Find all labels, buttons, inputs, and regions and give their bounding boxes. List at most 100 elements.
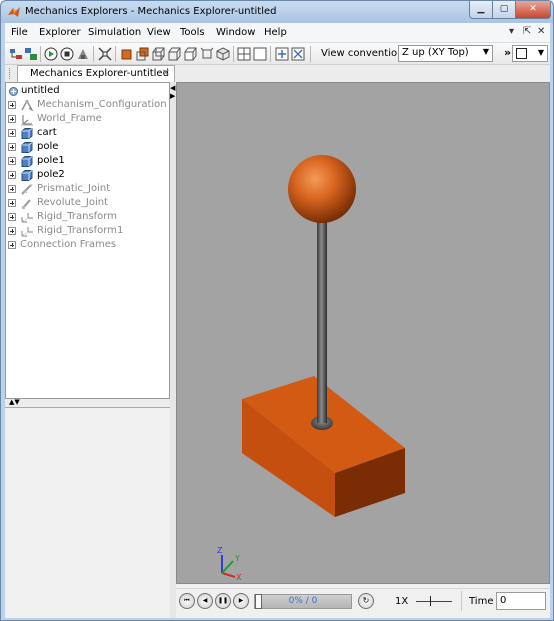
- solid-icon: [21, 142, 33, 153]
- pole-rod[interactable]: [317, 213, 327, 423]
- horizontal-splitter[interactable]: ▲▼: [5, 398, 170, 407]
- menu-window[interactable]: Window: [216, 27, 255, 38]
- axis-y-label: Y: [234, 554, 240, 563]
- 3d-viewport[interactable]: Z Y X: [176, 82, 550, 584]
- expand-icon[interactable]: [8, 157, 16, 165]
- expand-icon[interactable]: [8, 171, 16, 179]
- front-view-icon[interactable]: [120, 47, 134, 61]
- skip-to-start-button[interactable]: ⏮: [179, 593, 195, 609]
- expand-icon[interactable]: [8, 115, 16, 123]
- tree-view-icon[interactable]: [9, 47, 23, 61]
- step-forward-button[interactable]: ▶: [233, 593, 249, 609]
- view-convention-value: Z up (XY Top): [402, 47, 469, 58]
- tree-item-label: Revolute_Joint: [37, 197, 108, 208]
- display-mode-dropdown[interactable]: ▼: [512, 45, 548, 62]
- title-bar[interactable]: Mechanics Explorers - Mechanics Explorer…: [1, 1, 553, 23]
- expand-icon[interactable]: [8, 213, 16, 221]
- centers-of-mass-icon[interactable]: [291, 47, 305, 61]
- right-view-icon[interactable]: [168, 47, 182, 61]
- toolbar-separator: [310, 46, 311, 62]
- expand-icon[interactable]: [8, 129, 16, 137]
- tab-label: Mechanics Explorer-untitled: [30, 68, 169, 79]
- matlab-logo-icon: [8, 7, 20, 17]
- properties-panel: [5, 407, 170, 618]
- progress-text: 0% / 0: [288, 596, 318, 606]
- expand-icon[interactable]: [8, 185, 16, 193]
- tree-item-label: Connection Frames: [20, 239, 117, 250]
- bottom-view-icon[interactable]: [200, 47, 214, 61]
- minimize-button[interactable]: ▁: [469, 1, 493, 19]
- undock-icon[interactable]: ⇱: [523, 26, 531, 37]
- splitter-arrows-icon[interactable]: ▲▼: [9, 398, 20, 406]
- build-icon[interactable]: [76, 47, 90, 61]
- expand-icon[interactable]: [8, 227, 16, 235]
- playback-progress-slider[interactable]: 0% / 0: [254, 594, 352, 609]
- play-icon[interactable]: [44, 47, 58, 61]
- menu-view[interactable]: View: [147, 27, 171, 38]
- dropdown-arrow-icon[interactable]: ▾: [509, 26, 514, 37]
- square-icon: [516, 48, 527, 59]
- tab-mechanics-explorer[interactable]: Mechanics Explorer-untitled ✕: [17, 65, 175, 82]
- speed-label: 1X: [395, 596, 409, 607]
- application-window: Mechanics Explorers - Mechanics Explorer…: [0, 0, 554, 621]
- time-label: Time: [469, 596, 494, 607]
- back-view-icon[interactable]: [136, 47, 150, 61]
- scene-canvas[interactable]: Z Y X: [177, 83, 549, 583]
- toolbar-separator: [461, 591, 462, 611]
- menu-help[interactable]: Help: [264, 27, 287, 38]
- speed-slider[interactable]: [416, 596, 452, 606]
- menu-tools[interactable]: Tools: [180, 27, 205, 38]
- toolbar: View convention: Z up (XY Top) ▼ » ▼: [5, 43, 550, 65]
- solid-icon: [21, 128, 33, 139]
- properties-icon[interactable]: [24, 47, 38, 61]
- isometric-view-icon[interactable]: [216, 47, 230, 61]
- tree-item-label: Rigid_Transform1: [37, 225, 124, 236]
- stop-icon[interactable]: [60, 47, 74, 61]
- axis-x-label: X: [236, 573, 242, 582]
- left-view-icon[interactable]: [152, 47, 166, 61]
- menu-file[interactable]: File: [11, 27, 28, 38]
- view-convention-dropdown[interactable]: Z up (XY Top) ▼: [398, 45, 493, 62]
- close-window-button[interactable]: ✕: [515, 1, 551, 19]
- tree-item-label: World_Frame: [37, 113, 102, 124]
- expand-icon[interactable]: [8, 143, 16, 151]
- expand-icon[interactable]: [8, 101, 16, 109]
- dropdown-arrow-icon: ▼: [537, 48, 544, 57]
- joint-icon: [21, 184, 33, 195]
- expand-icon[interactable]: [8, 199, 16, 207]
- top-view-icon[interactable]: [184, 47, 198, 61]
- pole-mass-sphere[interactable]: [288, 155, 356, 223]
- mechanism-tree[interactable]: untitled Mechanism_Configuration World_F…: [5, 82, 170, 399]
- loop-icon[interactable]: ↻: [358, 593, 374, 609]
- menu-simulation[interactable]: Simulation: [88, 27, 141, 38]
- tree-item-label: pole2: [37, 169, 65, 180]
- tree-item-label: pole: [37, 141, 59, 152]
- drag-grip-icon[interactable]: [9, 68, 12, 79]
- time-input[interactable]: 0: [496, 592, 546, 610]
- close-panel-icon[interactable]: ✕: [537, 26, 545, 37]
- menu-bar: File Explorer Simulation View Tools Wind…: [5, 23, 550, 43]
- single-view-icon[interactable]: [253, 47, 267, 61]
- step-back-button[interactable]: ◀: [197, 593, 213, 609]
- window-title: Mechanics Explorers - Mechanics Explorer…: [25, 6, 277, 17]
- transform-icon: [21, 227, 33, 237]
- expand-icon[interactable]: [8, 241, 16, 249]
- pause-button[interactable]: ❚❚: [215, 593, 231, 609]
- collapse-arrow-icon[interactable]: ◀ ▶: [170, 84, 175, 100]
- maximize-button[interactable]: ▢: [492, 1, 516, 19]
- speed-slider-knob[interactable]: [430, 596, 431, 606]
- model-icon: [9, 87, 18, 96]
- joint-icon: [21, 199, 31, 210]
- playback-bar: ⏮ ◀ ❚❚ ▶ 0% / 0 ↻ 1X Time 0: [176, 588, 550, 614]
- toolbar-separator: [270, 46, 271, 62]
- toolbar-separator: [233, 46, 234, 62]
- split-view-icon[interactable]: [237, 47, 251, 61]
- menu-explorer[interactable]: Explorer: [39, 27, 81, 38]
- toolbar-overflow-icon[interactable]: »: [504, 46, 511, 59]
- tab-close-icon[interactable]: ✕: [162, 68, 170, 79]
- axis-z-label: Z: [217, 546, 223, 555]
- frames-toggle-icon[interactable]: [275, 47, 289, 61]
- fit-to-view-icon[interactable]: [98, 47, 112, 61]
- tree-item-label: cart: [37, 127, 57, 138]
- client-area: File Explorer Simulation View Tools Wind…: [5, 23, 550, 618]
